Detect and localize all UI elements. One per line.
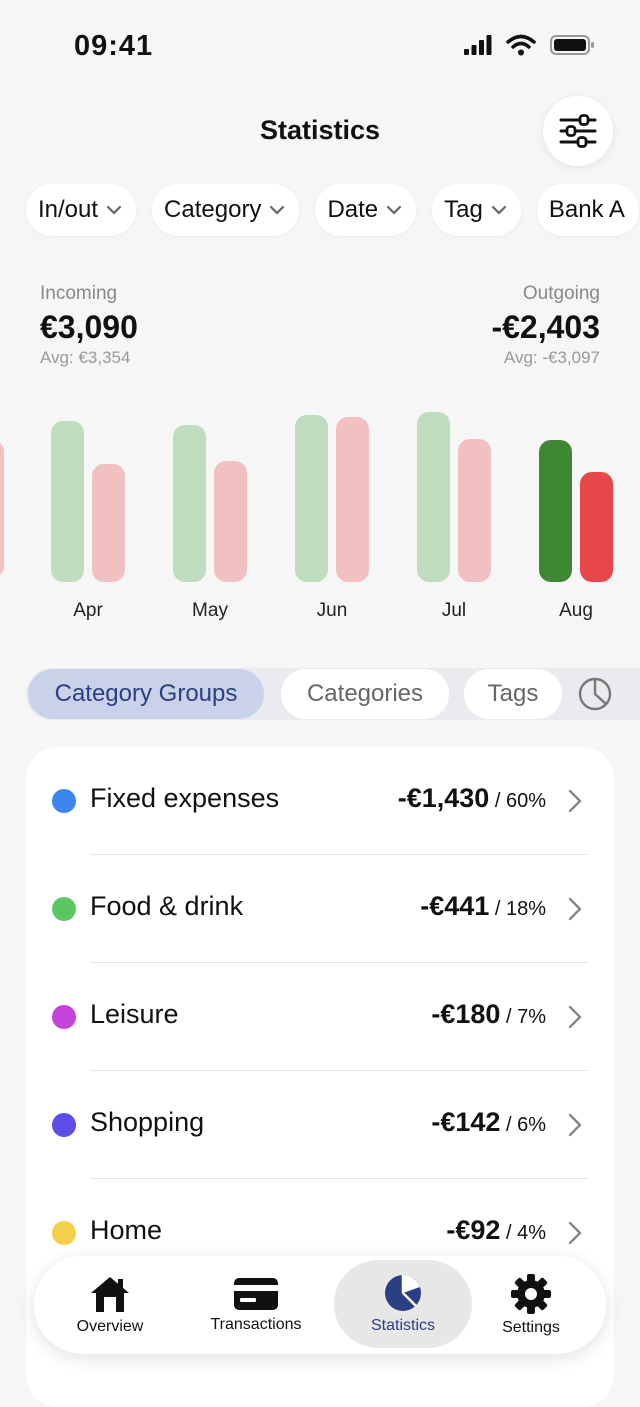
segment-categories[interactable]: Categories — [281, 669, 449, 719]
segment-category-groups[interactable]: Category Groups — [28, 669, 264, 719]
tab-label: Transactions — [210, 1316, 302, 1333]
partial-previous-bar — [0, 440, 4, 578]
filter-chips: In/out Category Date Tag Bank A — [26, 184, 639, 236]
chevron-right-icon — [568, 789, 582, 813]
month-label: Apr — [73, 600, 103, 621]
tab-statistics[interactable]: Statistics — [334, 1260, 472, 1348]
tab-label: Settings — [502, 1319, 560, 1336]
outgoing-average: Avg: -€3,097 — [503, 348, 600, 367]
amount-percentage: / 6% — [500, 1114, 546, 1136]
filter-chip-tag[interactable]: Tag — [432, 184, 521, 236]
bar-incoming-jul[interactable] — [417, 412, 450, 582]
monthly-bar-chart[interactable]: Apr May Jun Jul Aug — [0, 405, 640, 635]
chip-label: Category — [164, 196, 262, 223]
month-label: Aug — [559, 600, 593, 621]
filter-chip-bank-account[interactable]: Bank A — [536, 184, 639, 236]
tab-transactions[interactable]: Transactions — [200, 1256, 312, 1354]
incoming-summary: Incoming €3,090 Avg: €3,354 — [40, 283, 138, 368]
house-icon — [91, 1277, 129, 1312]
chevron-down-icon — [106, 205, 122, 215]
category-color-dot — [52, 1005, 76, 1029]
bottom-tab-bar: Overview Transactions Statistics Setting… — [34, 1256, 606, 1354]
chip-label: Bank A — [548, 196, 625, 223]
incoming-label: Incoming — [40, 283, 118, 304]
chevron-down-icon — [270, 205, 285, 215]
category-group-name: Leisure — [90, 999, 179, 1029]
category-color-dot — [52, 789, 76, 813]
month-label: Jul — [441, 600, 467, 621]
chip-label: In/out — [38, 196, 99, 223]
chevron-right-icon — [568, 1221, 582, 1245]
outgoing-value: -€2,403 — [491, 309, 600, 345]
category-group-amount: -€180 / 7% — [431, 999, 546, 1030]
category-group-row[interactable]: Shopping -€142 / 6% — [26, 1071, 614, 1179]
category-group-name: Shopping — [90, 1107, 205, 1137]
outgoing-summary: Outgoing -€2,403 Avg: -€3,097 — [491, 283, 600, 368]
tab-settings[interactable]: Settings — [486, 1256, 576, 1354]
category-color-dot — [52, 1113, 76, 1137]
amount-value: -€180 — [431, 999, 501, 1029]
tab-label: Statistics — [370, 1317, 435, 1334]
card-icon — [234, 1278, 278, 1310]
chevron-down-icon — [387, 205, 402, 215]
filter-settings-button[interactable] — [543, 96, 613, 166]
incoming-average: Avg: €3,354 — [40, 348, 131, 367]
bar-outgoing-apr[interactable] — [92, 463, 125, 582]
month-label: May — [192, 600, 228, 621]
amount-value: -€1,430 — [397, 783, 490, 813]
amount-percentage: / 7% — [500, 1006, 546, 1028]
bar-outgoing-aug[interactable] — [580, 471, 613, 582]
pie-chart-icon — [385, 1275, 421, 1311]
chevron-down-icon — [491, 205, 506, 215]
category-group-row[interactable]: Leisure -€180 / 7% — [26, 963, 614, 1071]
filter-chip-date[interactable]: Date — [315, 184, 417, 236]
category-group-name: Home — [90, 1215, 163, 1245]
filter-chip-category[interactable]: Category — [152, 184, 300, 236]
chevron-right-icon — [568, 1005, 582, 1029]
category-color-dot — [52, 897, 76, 921]
bar-outgoing-jul[interactable] — [458, 439, 491, 582]
month-label: Jun — [316, 600, 348, 621]
category-group-name: Food & drink — [90, 891, 244, 921]
tab-label: Overview — [76, 1318, 144, 1335]
battery-icon — [550, 35, 594, 55]
chip-label: Date — [327, 196, 379, 223]
category-color-dot — [52, 1221, 76, 1245]
wifi-icon — [506, 34, 536, 56]
amount-percentage: / 4% — [500, 1222, 546, 1244]
category-group-amount: -€441 / 18% — [420, 891, 546, 922]
amount-value: -€92 — [446, 1215, 501, 1245]
category-group-row[interactable]: Fixed expenses -€1,430 / 60% — [26, 747, 614, 855]
gear-icon — [511, 1274, 551, 1314]
bar-incoming-aug[interactable] — [539, 439, 572, 582]
category-group-name: Fixed expenses — [90, 783, 280, 813]
segment-tags[interactable]: Tags — [464, 669, 562, 719]
chip-label: Tag — [444, 196, 483, 223]
filter-chip-in-out[interactable]: In/out — [26, 184, 137, 236]
outgoing-label: Outgoing — [522, 283, 600, 304]
amount-value: -€441 — [420, 891, 490, 921]
status-time: 09:41 — [74, 30, 154, 62]
category-group-amount: -€142 / 6% — [431, 1107, 546, 1138]
grouping-segmented-control: Category Groups Categories Tags — [26, 668, 640, 720]
category-group-amount: -€1,430 / 60% — [398, 783, 546, 814]
bar-outgoing-jun[interactable] — [336, 417, 369, 582]
bar-incoming-jun[interactable] — [295, 414, 328, 582]
amount-percentage: / 60% — [489, 790, 546, 812]
status-bar: 09:41 — [0, 0, 640, 90]
chevron-right-icon — [568, 897, 582, 921]
category-group-amount: -€92 / 4% — [446, 1215, 546, 1246]
bar-incoming-may[interactable] — [173, 424, 206, 582]
bar-outgoing-may[interactable] — [214, 461, 247, 582]
amount-percentage: / 18% — [489, 898, 546, 920]
amount-value: -€142 — [431, 1107, 501, 1137]
bar-incoming-apr[interactable] — [51, 420, 84, 582]
pie-chart-toggle-icon[interactable] — [577, 676, 613, 712]
incoming-value: €3,090 — [40, 309, 138, 345]
category-group-row[interactable]: Food & drink -€441 / 18% — [26, 855, 614, 963]
sliders-icon — [559, 114, 597, 148]
tab-overview[interactable]: Overview — [60, 1256, 160, 1354]
signal-icon — [464, 35, 492, 55]
chevron-right-icon — [568, 1113, 582, 1137]
